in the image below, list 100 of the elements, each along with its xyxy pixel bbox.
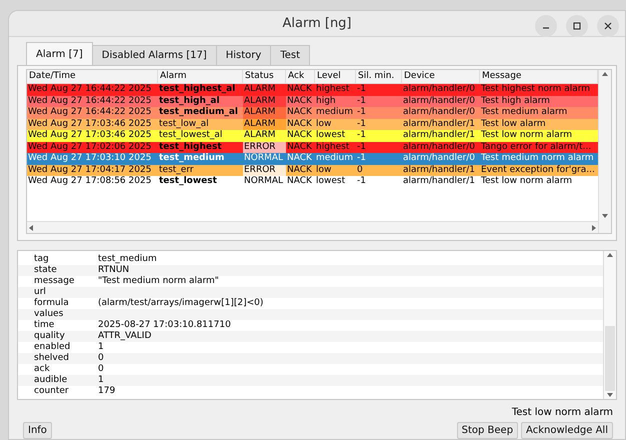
- table-row[interactable]: Wed Aug 27 17:03:46 2025 test_low_al ALARM NACK low -1 alarm/handler/1 Test low alarm: [27, 118, 598, 130]
- vertical-scrollbar[interactable]: [598, 70, 611, 233]
- status-text: Test low norm alarm: [512, 407, 613, 418]
- tab[interactable]: History: [216, 45, 272, 65]
- scroll-down-icon[interactable]: [601, 212, 609, 220]
- table-cell-text: -1: [356, 153, 367, 164]
- table-cell-text: Test medium norm alarm: [480, 153, 595, 164]
- table-cell-text: test_high_al: [158, 96, 221, 107]
- close-icon: [603, 21, 613, 31]
- table-cell-text: -1: [356, 96, 367, 107]
- column-header[interactable]: Level: [315, 70, 356, 83]
- property-value: ATTR_VALID: [98, 331, 152, 342]
- column-header[interactable]: Date/Time: [27, 70, 158, 83]
- table-cell: ERROR: [243, 164, 286, 176]
- property-value: 2025-08-27 17:03:10.811710: [98, 320, 232, 331]
- tab[interactable]: Disabled Alarms [17]: [92, 45, 217, 65]
- scroll-right-icon[interactable]: [590, 224, 598, 232]
- table-cell-text: -1: [356, 107, 367, 118]
- tab[interactable]: Alarm [7]: [26, 42, 93, 65]
- table-cell-text: highest: [315, 142, 350, 153]
- table-row[interactable]: Wed Aug 27 17:03:46 2025 test_lowest_al ALARM NACK lowest -1 alarm/handler/1 Test low norm alarm: [27, 130, 598, 142]
- table-cell-text: Test low alarm: [480, 118, 547, 130]
- table-cell-text: alarm/handler/0: [402, 96, 476, 107]
- property-value: RTNUN: [98, 265, 130, 276]
- table-row[interactable]: Wed Aug 27 16:44:22 2025 test_high_al ALARM NACK high -1 alarm/handler/0 Test high alarm: [27, 96, 598, 107]
- property-value: 0: [98, 353, 105, 364]
- scroll-thumb[interactable]: [605, 326, 615, 391]
- table-row[interactable]: Wed Aug 27 17:03:10 2025 test_medium NORMAL NACK medium -1 alarm/handler/0 Test medium norm alarm: [27, 153, 598, 164]
- tab[interactable]: Test: [270, 45, 310, 65]
- table-cell-text: Wed Aug 27 17:04:17 2025: [27, 164, 152, 176]
- property-value: 1: [98, 342, 105, 353]
- scroll-up-icon[interactable]: [606, 251, 614, 259]
- scroll-left-icon[interactable]: [27, 224, 35, 232]
- horizontal-scrollbar[interactable]: [27, 221, 598, 233]
- table-cell-text: Test high alarm: [480, 96, 551, 107]
- property-name: shelved: [34, 353, 70, 364]
- property-name: audible: [34, 375, 68, 386]
- table-cell-text: alarm/handler/0: [402, 107, 476, 118]
- table-cell-text: highest: [315, 84, 350, 96]
- table-cell-text: NACK: [286, 96, 313, 107]
- property-name: url: [34, 287, 47, 298]
- table-row[interactable]: Wed Aug 27 17:02:06 2025 test_highest ERROR NACK highest -1 alarm/handler/0 Tango error for alarm/t...: [27, 142, 598, 153]
- property-value: "Test medium norm alarm": [98, 276, 220, 287]
- property-name: quality: [34, 331, 66, 342]
- table-cell-text: Wed Aug 27 16:44:22 2025: [27, 107, 152, 118]
- column-header[interactable]: Ack: [286, 70, 315, 83]
- table-cell-text: lowest: [315, 130, 346, 142]
- table-cell-text: low: [315, 164, 332, 176]
- table-cell-text: alarm/handler/0: [402, 142, 476, 153]
- property-name: tag: [34, 254, 50, 265]
- table-cell-text: Wed Aug 27 16:44:22 2025: [27, 96, 152, 107]
- table-cell-text: medium: [315, 107, 354, 118]
- table-cell-text: low: [315, 118, 332, 130]
- table-cell-text: 0: [356, 164, 364, 176]
- property-name: time: [34, 320, 56, 331]
- table-cell: ALARM: [243, 107, 286, 118]
- table-row[interactable]: Wed Aug 27 16:44:22 2025 test_highest_al ALARM NACK highest -1 alarm/handler/0 Test highest norm alarm: [27, 84, 598, 96]
- table-cell-text: alarm/handler/1: [402, 164, 476, 176]
- table-cell-text: test_highest_al: [158, 84, 236, 96]
- action-button[interactable]: Stop Beep: [456, 422, 518, 439]
- table-cell: ALARM: [243, 96, 286, 107]
- action-button[interactable]: Acknowledge All: [521, 422, 613, 439]
- table-cell-text: test_lowest_al: [158, 130, 224, 142]
- info-button[interactable]: Info: [23, 422, 52, 439]
- column-header[interactable]: Device: [402, 70, 480, 83]
- table-cell-text: NACK: [286, 164, 313, 176]
- table-cell-text: Wed Aug 27 17:03:46 2025: [27, 118, 152, 130]
- table-cell-text: NACK: [286, 84, 313, 96]
- table-cell-text: alarm/handler/0: [402, 84, 476, 96]
- column-header[interactable]: Sil. min.: [356, 70, 402, 83]
- table-cell-text: -1: [356, 142, 367, 153]
- close-button[interactable]: [597, 15, 619, 37]
- maximize-button[interactable]: [566, 15, 588, 37]
- maximize-icon: [572, 21, 582, 31]
- table-cell-text: Wed Aug 27 17:03:10 2025: [27, 153, 152, 164]
- table-cell-text: NACK: [286, 153, 313, 164]
- property-name: counter: [34, 386, 70, 397]
- table-row[interactable]: Wed Aug 27 16:44:22 2025 test_medium_al ALARM NACK medium -1 alarm/handler/0 Test medium alarm: [27, 107, 598, 118]
- property-value: 1: [98, 375, 105, 386]
- table-cell-text: lowest: [315, 176, 346, 188]
- table-cell: ALARM: [243, 118, 286, 130]
- scroll-up-icon[interactable]: [601, 70, 609, 78]
- property-value: 0: [98, 364, 105, 375]
- property-name: values: [34, 309, 64, 320]
- table-cell-text: Tango error for alarm/t...: [480, 142, 592, 153]
- property-name: ack: [34, 364, 51, 375]
- column-header[interactable]: Status: [243, 70, 286, 83]
- column-header[interactable]: Alarm: [158, 70, 243, 83]
- table-cell-text: test_highest: [158, 142, 223, 153]
- table-cell-text: Wed Aug 27 17:02:06 2025: [27, 142, 152, 153]
- table-cell-text: Event exception for'gra...: [480, 164, 596, 176]
- table-cell-text: Test highest norm alarm: [480, 84, 592, 96]
- vertical-scrollbar[interactable]: [603, 251, 616, 399]
- table-cell-text: -1: [356, 84, 367, 96]
- table-cell-text: alarm/handler/1: [402, 130, 476, 142]
- table-cell-text: Wed Aug 27 17:03:46 2025: [27, 130, 152, 142]
- table-row[interactable]: Wed Aug 27 17:04:17 2025 test_err ERROR NACK low 0 alarm/handler/1 Event exception for'gra...: [27, 164, 598, 176]
- table-cell-text: test_err: [158, 164, 195, 176]
- property-value: test_medium: [98, 254, 158, 265]
- table-cell-text: medium: [315, 153, 354, 164]
